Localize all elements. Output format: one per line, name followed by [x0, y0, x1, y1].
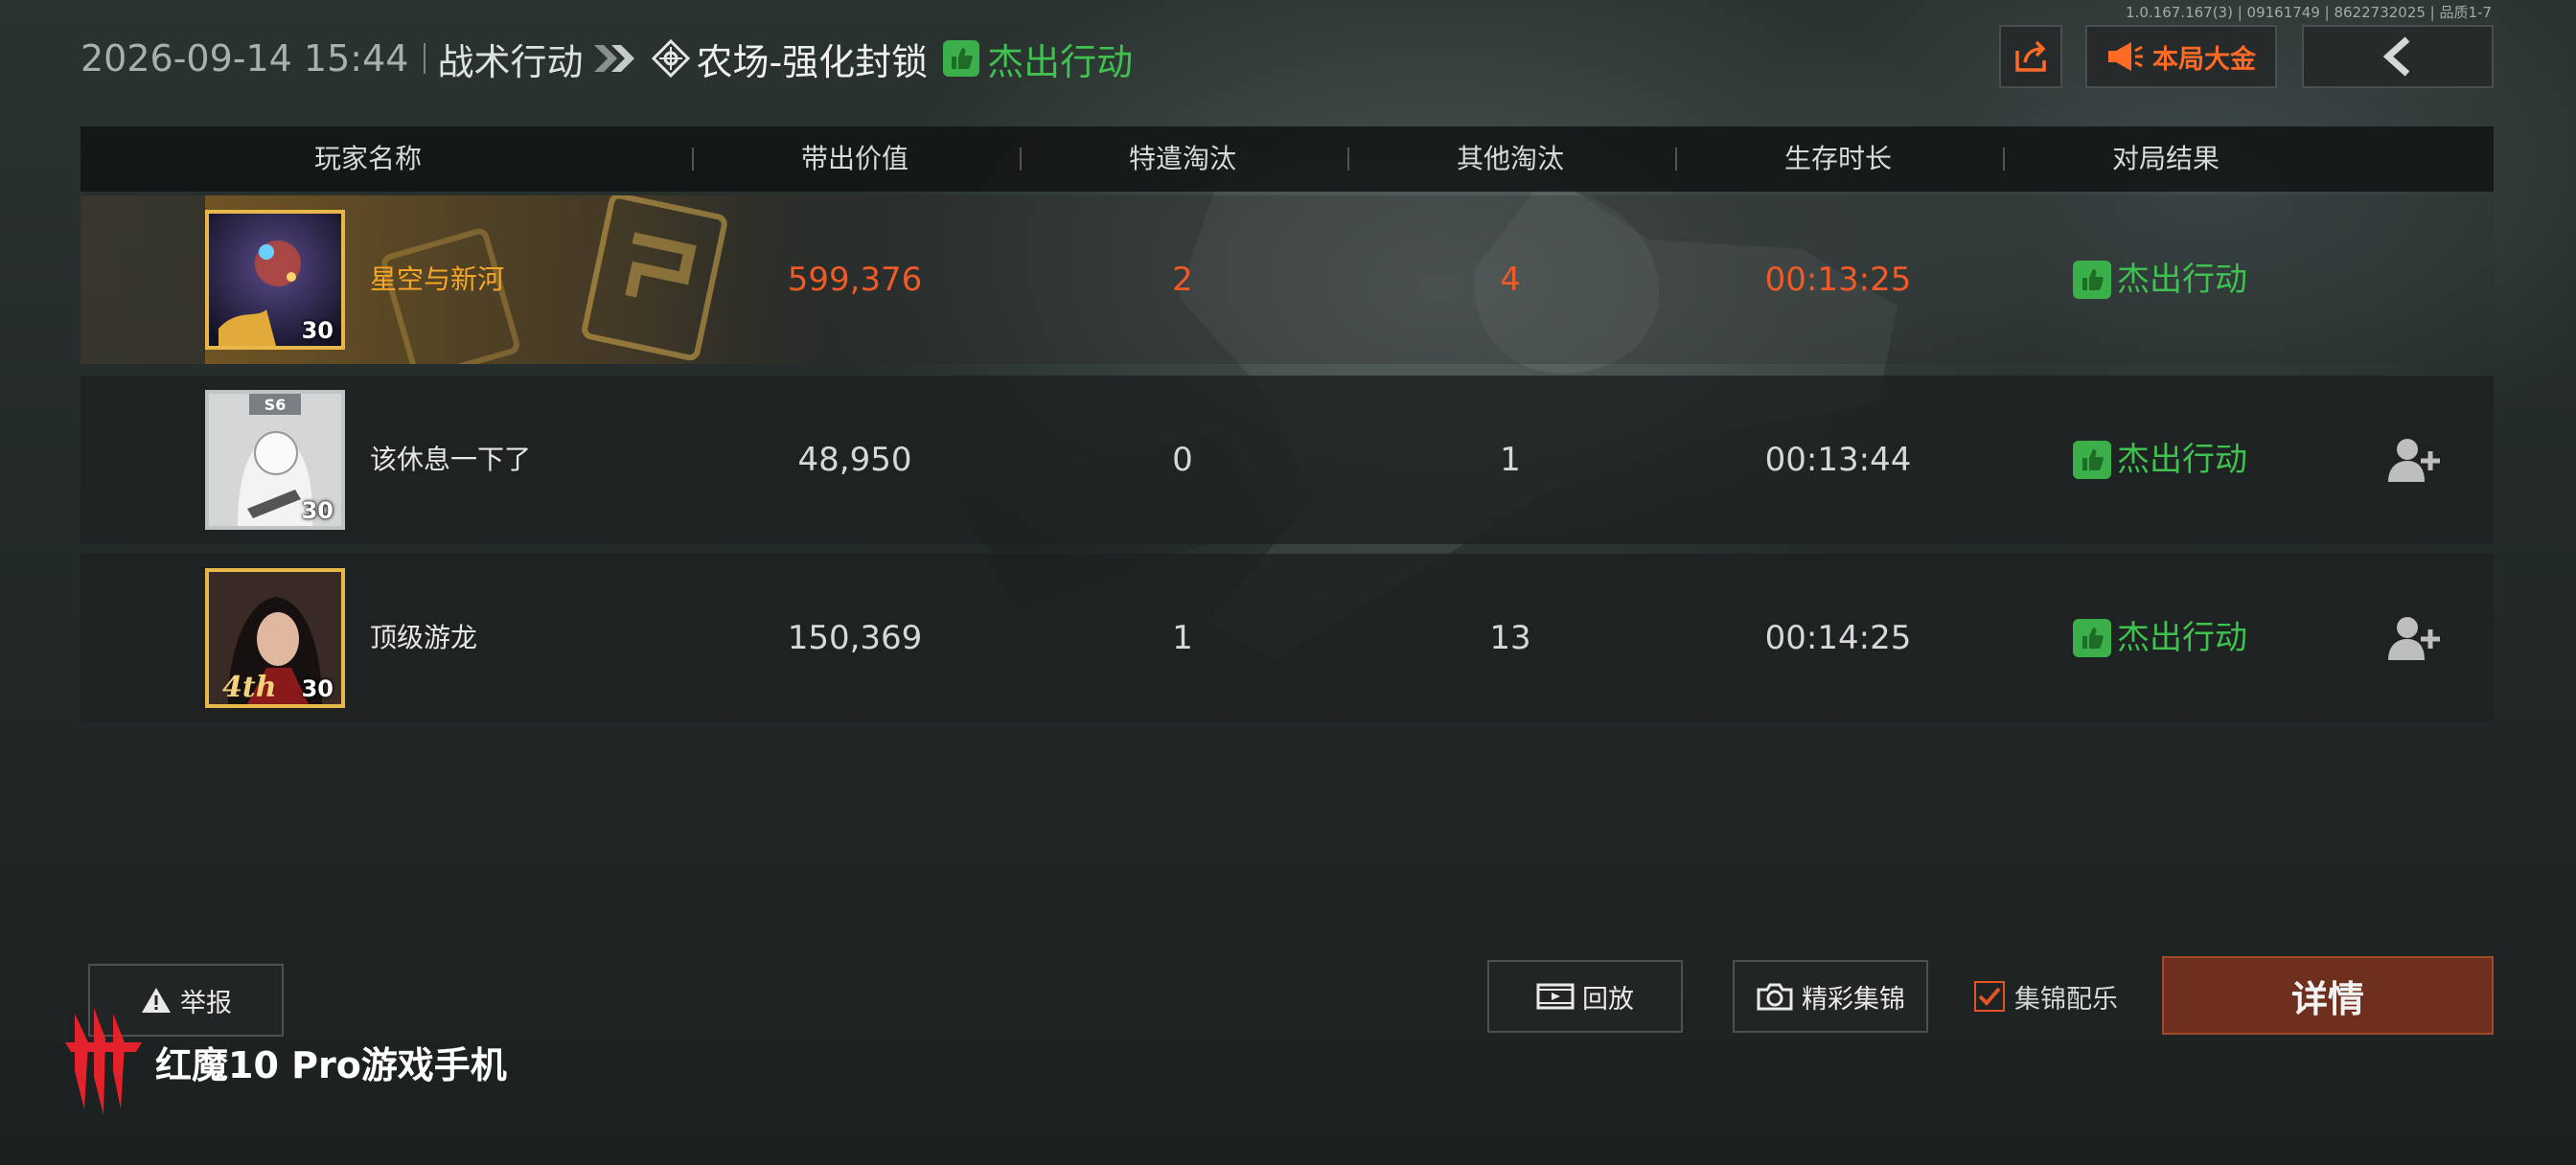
extracted-value: 599,376: [787, 261, 923, 299]
header-divider: [1020, 148, 1022, 171]
column-other-kills: 其他淘汰: [1456, 143, 1564, 174]
column-extracted-value: 带出价值: [800, 143, 908, 174]
match-result: 杰出行动: [2036, 554, 2285, 722]
highlight-music-toggle[interactable]: 集锦配乐: [1974, 975, 2118, 1017]
megaphone-icon: [2108, 42, 2143, 71]
share-icon: [2015, 40, 2046, 72]
match-header: 2026-09-14 15:44 战术行动 农场-强化封锁 杰出行动: [80, 34, 1134, 83]
double-chevron-icon: [590, 41, 642, 76]
add-friend-icon: [2388, 617, 2440, 660]
map-name: 农场-强化封锁: [696, 40, 929, 83]
red-magic-logo-icon: [65, 1008, 142, 1115]
film-play-icon: [1536, 983, 1575, 1010]
thumbs-up-icon: [2073, 261, 2111, 299]
match-result-label: 杰出行动: [2117, 619, 2247, 657]
column-survival-time: 生存时长: [1783, 143, 1892, 174]
checkmark-icon: [1978, 987, 2001, 1006]
add-friend-button[interactable]: [2384, 611, 2442, 665]
avatar[interactable]: 30: [205, 210, 345, 350]
table-row[interactable]: 30 星空与新河 599,376 2 4 00:13:25 杰出行动: [80, 195, 2494, 364]
player-name: 该休息一下了: [370, 444, 532, 475]
player-level: 30: [301, 317, 334, 344]
avatar[interactable]: 4th 30: [205, 568, 345, 708]
header-match-result: 杰出行动: [987, 40, 1134, 83]
header-divider: [692, 148, 694, 171]
player-name: 顶级游龙: [370, 622, 478, 653]
highlights-label: 精彩集锦: [1802, 984, 1905, 1015]
back-arrow-icon: [2382, 36, 2410, 77]
other-kills: 13: [1489, 619, 1531, 657]
table-row[interactable]: 4th 30 顶级游龙 150,369 1 13 00:14:25 杰出行动: [80, 554, 2494, 722]
add-friend-icon: [2388, 439, 2440, 482]
header-divider: [1675, 148, 1677, 171]
match-result-label: 杰出行动: [2117, 441, 2247, 479]
avatar[interactable]: S6 30: [205, 390, 345, 530]
camera-icon: [1757, 983, 1793, 1011]
music-label: 集锦配乐: [2014, 984, 2118, 1015]
scoreboard-header: 玩家名称 带出价值 特遣淘汰 其他淘汰 生存时长 对局结果: [80, 126, 2494, 192]
special-kills: 1: [1172, 619, 1193, 657]
special-kills: 0: [1172, 441, 1193, 479]
thumbs-up-icon: [2073, 619, 2111, 657]
share-button[interactable]: [1999, 25, 2062, 88]
match-gold-button[interactable]: 本局大金: [2085, 25, 2277, 88]
brand-watermark: 红魔10 Pro游戏手机: [65, 1004, 507, 1119]
player-level: 30: [301, 675, 334, 702]
season-badge: 4th: [222, 671, 277, 704]
version-text: 1.0.167.167(3) | 09161749 | 8622732025 |…: [2126, 4, 2492, 21]
special-kills: 2: [1172, 261, 1193, 299]
header-divider: [424, 43, 426, 74]
music-checkbox[interactable]: [1974, 981, 2005, 1012]
extracted-value: 150,369: [787, 619, 923, 657]
match-gold-label: 本局大金: [2152, 44, 2256, 75]
replay-label: 回放: [1582, 984, 1634, 1015]
replay-button[interactable]: 回放: [1487, 960, 1683, 1033]
other-kills: 4: [1500, 261, 1521, 299]
player-name: 星空与新河: [370, 263, 505, 295]
extracted-value: 48,950: [797, 441, 912, 479]
column-match-result: 对局结果: [2111, 143, 2220, 174]
match-result: 杰出行动: [2036, 195, 2285, 364]
player-level: 30: [301, 497, 334, 524]
survival-time: 00:13:25: [1764, 261, 1912, 299]
header-divider: [2003, 148, 2005, 171]
thumbs-up-icon: [943, 40, 980, 77]
other-kills: 1: [1500, 441, 1521, 479]
match-result-label: 杰出行动: [2117, 261, 2247, 299]
match-result: 杰出行动: [2036, 376, 2285, 544]
column-player-name: 玩家名称: [313, 143, 422, 174]
add-friend-button[interactable]: [2384, 433, 2442, 487]
thumbs-up-icon: [2073, 441, 2111, 479]
back-button[interactable]: [2302, 25, 2494, 88]
survival-time: 00:14:25: [1764, 619, 1912, 657]
details-label: 详情: [2290, 977, 2364, 1020]
table-row[interactable]: S6 30 该休息一下了 48,950 0 1 00:13:44 杰出行动: [80, 376, 2494, 544]
survival-time: 00:13:44: [1764, 441, 1912, 479]
season-badge: S6: [264, 396, 287, 414]
column-special-kills: 特遣淘汰: [1128, 143, 1236, 174]
header-divider: [1347, 148, 1349, 171]
game-mode: 战术行动: [437, 40, 584, 83]
details-button[interactable]: 详情: [2162, 956, 2494, 1035]
highlights-button[interactable]: 精彩集锦: [1733, 960, 1928, 1033]
match-datetime: 2026-09-14 15:44: [80, 37, 409, 80]
brand-text: 红魔10 Pro游戏手机: [155, 1043, 507, 1086]
map-crosshair-icon: [652, 39, 691, 78]
